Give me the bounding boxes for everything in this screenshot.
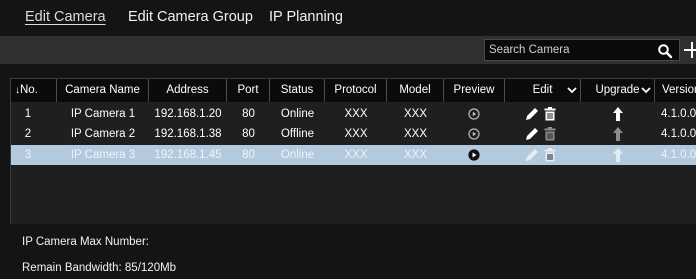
column-no[interactable]: ↓No.: [11, 79, 57, 102]
table-row[interactable]: 1 IP Camera 1 192.168.1.20 80 Online XXX XXX 4.…: [11, 104, 696, 124]
trash-icon[interactable]: [544, 107, 556, 121]
cell-no: 3: [24, 149, 32, 161]
preview-play-circle-icon[interactable]: [468, 128, 480, 140]
cell-version: 4.1.0.0: [661, 108, 696, 120]
cell-port: 80: [242, 128, 255, 140]
preview-play-circle-icon[interactable]: [468, 149, 480, 161]
tab-edit-camera[interactable]: Edit Camera: [25, 9, 106, 25]
edit-dropdown-chevron-icon[interactable]: [566, 79, 578, 102]
column-port[interactable]: Port: [227, 79, 270, 102]
column-upgrade-label: Upgrade: [595, 84, 640, 96]
cell-version: 4.1.0.0: [661, 128, 696, 140]
column-address[interactable]: Address: [149, 79, 227, 102]
pencil-icon[interactable]: [525, 127, 539, 141]
table-row[interactable]: 2 IP Camera 2 192.168.1.38 80 Offline XXX XXX 4…: [11, 124, 696, 144]
column-preview[interactable]: Preview: [444, 79, 505, 102]
bandwidth-label: Remain Bandwidth: 85/120Mb: [22, 262, 177, 274]
pencil-icon[interactable]: [525, 107, 539, 121]
cell-protocol: XXX: [344, 108, 368, 120]
column-edit-label: Edit: [532, 84, 553, 96]
search-box: [484, 39, 680, 61]
cell-name: IP Camera 3: [70, 149, 136, 161]
trash-icon[interactable]: [544, 148, 556, 162]
column-upgrade[interactable]: Upgrade: [581, 79, 655, 102]
search-input[interactable]: [485, 40, 649, 60]
cell-address: 192.168.1.20: [154, 108, 222, 120]
cell-no: 1: [24, 108, 32, 120]
upgrade-arrow-up-icon[interactable]: [613, 107, 623, 121]
cell-model: XXX: [403, 149, 427, 161]
column-status[interactable]: Status: [270, 79, 325, 102]
cell-protocol: XXX: [344, 149, 368, 161]
tab-ip-planning[interactable]: IP Planning: [269, 9, 343, 25]
cell-address: 192.168.1.38: [154, 128, 222, 140]
trash-icon[interactable]: [544, 127, 556, 141]
cell-status: Online: [280, 108, 315, 120]
cell-status: Offline: [280, 128, 315, 140]
column-version[interactable]: Version: [655, 79, 696, 102]
cell-protocol: XXX: [344, 128, 368, 140]
preview-play-circle-icon[interactable]: [468, 108, 480, 120]
upgrade-arrow-up-icon[interactable]: [613, 127, 623, 141]
search-icon[interactable]: [657, 43, 673, 59]
cell-version: 4.1.0.0: [661, 149, 696, 161]
upgrade-arrow-up-icon[interactable]: [613, 148, 623, 162]
table-row[interactable]: 3 IP Camera 3 192.168.1.45 80 Online XXX XXX 4.…: [11, 145, 696, 165]
toolbar: [0, 36, 696, 64]
column-camera-name[interactable]: Camera Name: [57, 79, 149, 102]
cell-address: 192.168.1.45: [154, 149, 222, 161]
cell-status: Online: [280, 149, 315, 161]
cell-port: 80: [242, 108, 255, 120]
tab-bar: Edit Camera Edit Camera Group IP Plannin…: [0, 0, 696, 36]
max-number-label: IP Camera Max Number:: [22, 236, 149, 248]
table-header: ↓No. Camera Name Address Port Status Pro…: [11, 79, 696, 102]
cell-model: XXX: [403, 108, 427, 120]
column-edit[interactable]: Edit: [505, 79, 581, 102]
upgrade-dropdown-chevron-icon[interactable]: [640, 79, 652, 102]
cell-port: 80: [242, 149, 255, 161]
column-protocol[interactable]: Protocol: [325, 79, 387, 102]
add-camera-button[interactable]: [684, 41, 696, 59]
cell-no: 2: [24, 128, 32, 140]
column-no-label: No.: [20, 84, 38, 96]
cell-model: XXX: [403, 128, 427, 140]
cell-name: IP Camera 1: [70, 108, 136, 120]
cell-name: IP Camera 2: [70, 128, 136, 140]
pencil-icon[interactable]: [525, 148, 539, 162]
camera-table: ↓No. Camera Name Address Port Status Pro…: [10, 78, 696, 224]
column-model[interactable]: Model: [387, 79, 444, 102]
tab-edit-camera-group[interactable]: Edit Camera Group: [128, 9, 253, 25]
